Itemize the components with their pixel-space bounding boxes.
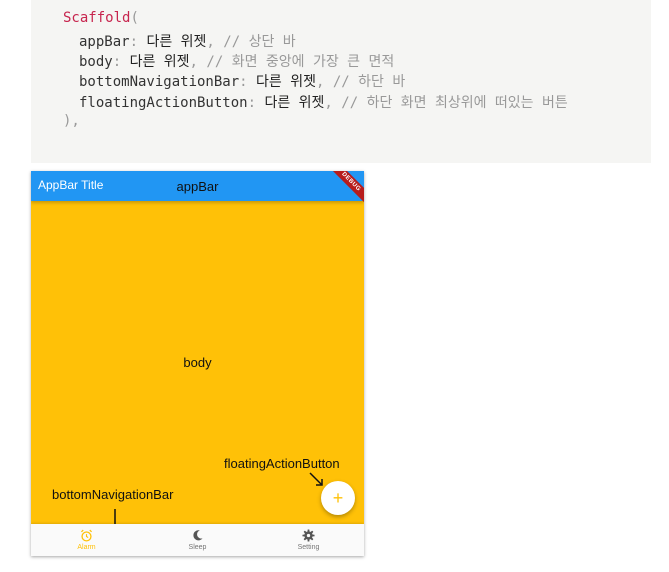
code-bnb-comment: // 하단 바 [332, 74, 406, 90]
alarm-icon [80, 529, 93, 542]
code-scaffold-keyword: Scaffold [63, 10, 131, 26]
code-open-paren: ( [130, 10, 139, 26]
code-body-comment: // 화면 중앙에 가장 큰 면적 [206, 54, 395, 70]
body-annotation: body [183, 355, 212, 370]
code-comma: , [324, 95, 333, 111]
bottom-navigation-bar: Alarm Sleep Setting [31, 524, 364, 556]
code-colon: : [247, 95, 257, 111]
code-comma: , [206, 34, 215, 50]
code-colon: : [239, 74, 248, 90]
code-fab-value: 다른 위젯 [264, 95, 325, 111]
code-block: Scaffold( appBar: 다른 위젯, // 상단 바 body: 다… [31, 0, 651, 163]
code-appbar-comment: // 상단 바 [223, 34, 296, 50]
phone-screen: AppBar Title appBar DEBUG body floatingA… [31, 171, 364, 556]
gear-icon [302, 529, 315, 542]
code-fab-prop: floatingActionButton [79, 95, 248, 111]
code-line-body: body: 다른 위젯, // 화면 중앙에 가장 큰 면적 [79, 51, 394, 71]
code-close-paren: ), [63, 113, 80, 129]
moon-icon [193, 530, 203, 541]
code-appbar-prop: appBar [79, 34, 130, 50]
code-colon: : [112, 54, 122, 70]
code-bnb-prop: bottomNavigationBar [79, 74, 240, 90]
nav-item-label: Sleep [188, 544, 207, 551]
code-line-appbar: appBar: 다른 위젯, // 상단 바 [79, 31, 296, 51]
nav-item-sleep[interactable]: Sleep [142, 524, 253, 556]
code-body-prop: body [79, 54, 113, 70]
bnb-annotation: bottomNavigationBar [52, 487, 174, 502]
code-line-fab: floatingActionButton: 다른 위젯, // 하단 화면 최상… [79, 92, 568, 112]
code-line-bnb: bottomNavigationBar: 다른 위젯, // 하단 바 [79, 71, 405, 91]
nav-item-label: Alarm [77, 544, 96, 551]
nav-item-setting[interactable]: Setting [253, 524, 364, 556]
floating-action-button[interactable]: + [321, 481, 355, 515]
code-comma: , [315, 74, 325, 90]
code-colon: : [129, 34, 139, 50]
code-body-value: 다른 위젯 [129, 54, 190, 70]
code-comma: , [189, 54, 198, 70]
code-fab-comment: // 하단 화면 최상위에 떠있는 버튼 [341, 95, 568, 111]
code-appbar-value: 다른 위젯 [146, 34, 207, 50]
app-bar: AppBar Title appBar DEBUG [31, 171, 364, 211]
appbar-annotation: appBar [176, 179, 219, 194]
nav-item-label: Setting [297, 544, 320, 551]
code-line-scaffold: Scaffold( [63, 10, 139, 26]
plus-icon: + [332, 488, 344, 508]
nav-item-alarm[interactable]: Alarm [31, 524, 142, 556]
fab-annotation: floatingActionButton [224, 456, 340, 471]
code-bnb-value: 다른 위젯 [256, 74, 316, 90]
